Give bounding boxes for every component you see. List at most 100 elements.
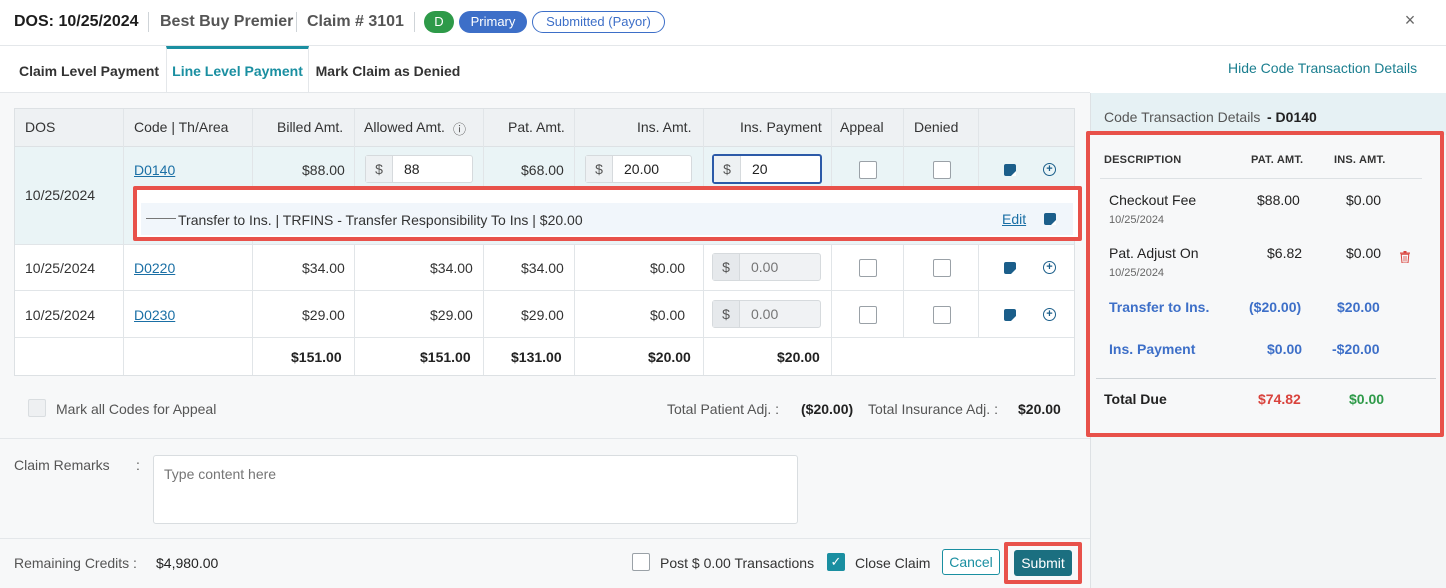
col-divider [978,244,979,338]
billed-amount: $29.00 [302,307,345,323]
denied-checkbox[interactable] [933,259,951,277]
ins-amount-input[interactable]: $ [585,155,692,183]
remaining-credits-label: Remaining Credits : [14,555,137,571]
col-divider [831,109,832,187]
payer-name: Best Buy Premier [160,13,294,30]
allowed-amount: $29.00 [430,307,473,323]
transaction-date: 10/25/2024 [1109,214,1165,226]
transaction-name: Transfer to Ins. [1109,299,1210,315]
note-icon[interactable] [1044,213,1056,225]
mark-all-appeal-checkbox[interactable] [28,399,46,417]
note-icon[interactable] [1004,164,1016,176]
code-link-d0230[interactable]: D0230 [134,307,175,323]
col-divider [354,244,355,375]
row-divider [15,337,1074,338]
pat-amount: $34.00 [521,260,564,276]
add-transaction-icon[interactable]: + [1043,261,1056,274]
total-billed: $151.00 [291,349,342,365]
edit-transfer-link[interactable]: Edit [1002,211,1026,227]
trash-icon[interactable] [1400,251,1410,263]
col-divider [252,109,253,375]
transaction-pat: $88.00 [1257,192,1300,208]
appeal-checkbox[interactable] [859,306,877,324]
tab-line-level-payment[interactable]: Line Level Payment [166,46,309,93]
denied-checkbox[interactable] [933,161,951,179]
panel-code: - D0140 [1267,109,1317,125]
total-ins: $20.00 [648,349,691,365]
tab-bar: Claim Level Payment Line Level Payment M… [0,46,1090,93]
total-payment: $20.00 [777,349,820,365]
transaction-ins: $0.00 [1346,245,1382,261]
claim-remarks-input[interactable] [153,455,798,524]
code-link-d0220[interactable]: D0220 [134,260,175,276]
note-icon[interactable] [1004,309,1016,321]
col-divider [574,244,575,375]
badge-d: D [424,11,454,33]
row-dos: 10/25/2024 [25,260,96,276]
col-header-ins-payment: Ins. Payment [740,119,822,135]
code-link-d0140[interactable]: D0140 [134,162,175,178]
col-header-description: DESCRIPTION [1104,154,1182,166]
add-transaction-icon[interactable]: + [1043,308,1056,321]
tab-claim-level-payment[interactable]: Claim Level Payment [14,46,164,92]
note-icon[interactable] [1004,262,1016,274]
dos-title: DOS: 10/25/2024 [14,13,139,30]
cancel-button[interactable]: Cancel [942,549,1000,575]
transaction-name: Ins. Payment [1109,341,1196,357]
ins-payment-input[interactable]: $ [712,300,821,328]
transaction-name: Pat. Adjust On [1109,245,1199,261]
col-divider [483,109,484,187]
pat-amount: $68.00 [521,162,564,178]
currency-prefix: $ [713,254,740,280]
total-allowed: $151.00 [420,349,471,365]
tab-mark-claim-denied[interactable]: Mark Claim as Denied [312,46,464,92]
row-dos: 10/25/2024 [25,187,96,203]
post-zero-transactions-checkbox[interactable] [632,553,650,571]
col-divider [903,244,904,338]
close-icon[interactable]: × [1400,10,1420,34]
info-icon[interactable]: ⓘ [453,119,466,138]
denied-checkbox[interactable] [933,306,951,324]
close-claim-checkbox[interactable]: ✓ [827,553,845,571]
ins-amount: $0.00 [650,307,686,323]
col-divider [483,244,484,375]
tree-connector [146,218,176,219]
post-zero-transactions-label: Post $ 0.00 Transactions [660,555,815,571]
divider [1100,178,1422,179]
currency-prefix: $ [714,156,741,182]
divider [148,12,149,32]
divider [1096,378,1436,379]
appeal-checkbox[interactable] [859,259,877,277]
col-divider [831,244,832,375]
pat-amount: $29.00 [521,307,564,323]
divider [414,12,415,32]
col-header-dos: DOS [25,119,56,135]
divider [0,538,1090,539]
appeal-checkbox[interactable] [859,161,877,179]
col-divider [123,109,124,375]
transaction-date: 10/25/2024 [1109,267,1165,279]
transaction-pat: ($20.00) [1249,299,1302,315]
allowed-amount-field[interactable] [394,156,472,182]
add-transaction-icon[interactable]: + [1043,163,1056,176]
ins-payment-field[interactable] [741,301,819,327]
colon: : [136,457,140,473]
close-claim-label: Close Claim [855,555,931,571]
status-badge: Submitted (Payor) [532,11,665,33]
submit-button[interactable]: Submit [1014,550,1072,576]
ins-amount-field[interactable] [614,156,691,182]
total-due-label: Total Due [1104,391,1167,407]
col-divider [978,109,979,187]
total-due-ins: $0.00 [1349,391,1385,407]
col-divider [903,109,904,187]
ins-payment-field[interactable] [742,156,818,182]
hide-code-transaction-details-link[interactable]: Hide Code Transaction Details [1228,60,1417,76]
ins-payment-field[interactable] [741,254,819,280]
allowed-amount: $34.00 [430,260,473,276]
claim-remarks-label: Claim Remarks [14,457,110,473]
allowed-amount-input[interactable]: $ [365,155,473,183]
total-insurance-adj-label: Total Insurance Adj. : [868,401,998,417]
currency-prefix: $ [586,156,613,182]
ins-payment-input[interactable]: $ [712,154,822,184]
ins-payment-input[interactable]: $ [712,253,821,281]
